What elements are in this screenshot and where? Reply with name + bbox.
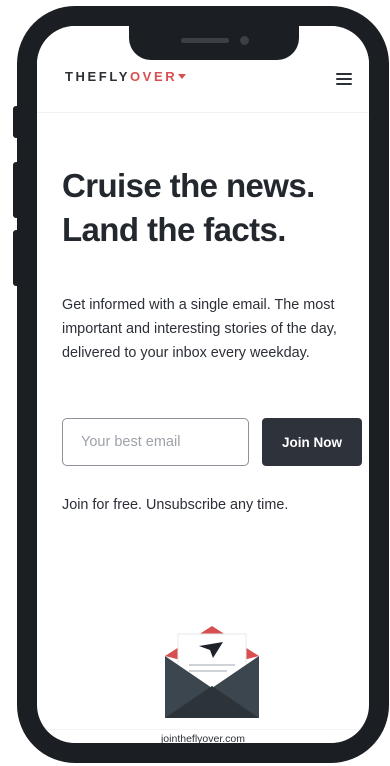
join-now-button[interactable]: Join Now [262, 418, 362, 466]
logo-text-dark: THEFLY [65, 69, 130, 84]
phone-notch [129, 26, 299, 60]
hamburger-menu-icon[interactable] [336, 72, 352, 86]
notch-speaker [181, 38, 229, 43]
headline-line-1: Cruise the news. [62, 167, 315, 204]
notch-camera [240, 36, 249, 45]
menu-icon-bar [336, 78, 352, 80]
site-logo[interactable]: THEFLYOVER [65, 69, 187, 84]
email-input[interactable] [62, 418, 249, 466]
menu-icon-bar [336, 73, 352, 75]
hero-headline: Cruise the news. Land the facts. [62, 164, 362, 252]
headline-line-2: Land the facts. [62, 211, 286, 248]
letter-line [189, 664, 235, 666]
hero-intro-text: Get informed with a single email. The mo… [62, 297, 337, 361]
footer-url[interactable]: jointheflyover.com [37, 729, 369, 743]
envelope-icon [165, 626, 259, 718]
letter-line [189, 670, 227, 672]
phone-frame: THEFLYOVER Cruise the news. Land the fac… [17, 6, 389, 763]
menu-icon-bar [336, 83, 352, 85]
plane-icon [178, 74, 187, 79]
phone-screen: THEFLYOVER Cruise the news. Land the fac… [37, 26, 369, 743]
logo-text-red: OVER [129, 69, 178, 84]
free-note-text: Join for free. Unsubscribe any time. [62, 497, 289, 513]
